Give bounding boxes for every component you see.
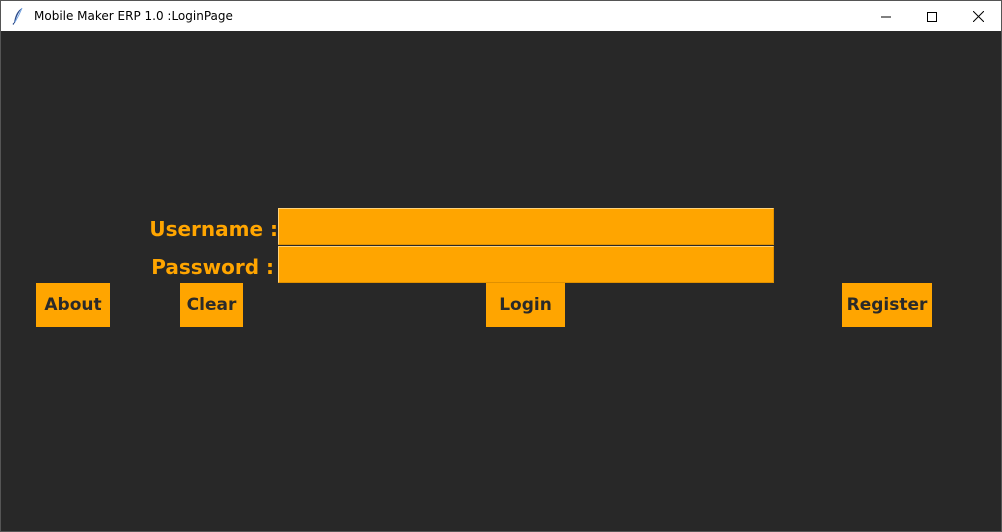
password-input[interactable] — [278, 246, 774, 283]
app-window: Mobile Maker ERP 1.0 :LoginPage Username… — [0, 0, 1002, 532]
close-button[interactable] — [955, 1, 1001, 31]
register-button[interactable]: Register — [842, 283, 932, 327]
clear-button[interactable]: Clear — [180, 283, 243, 327]
about-button[interactable]: About — [36, 283, 110, 327]
username-input[interactable] — [278, 208, 774, 245]
maximize-button[interactable] — [909, 1, 955, 31]
password-label: Password : — [151, 255, 274, 279]
window-title: Mobile Maker ERP 1.0 :LoginPage — [34, 9, 233, 23]
title-bar[interactable]: Mobile Maker ERP 1.0 :LoginPage — [1, 1, 1001, 31]
username-label: Username : — [149, 217, 278, 241]
close-icon — [972, 7, 984, 26]
maximize-icon — [927, 7, 937, 26]
login-button[interactable]: Login — [486, 283, 565, 327]
minimize-icon — [881, 7, 891, 26]
login-panel: Username : Password : About Clear Login … — [1, 31, 1001, 531]
minimize-button[interactable] — [863, 1, 909, 31]
feather-icon — [10, 7, 26, 25]
